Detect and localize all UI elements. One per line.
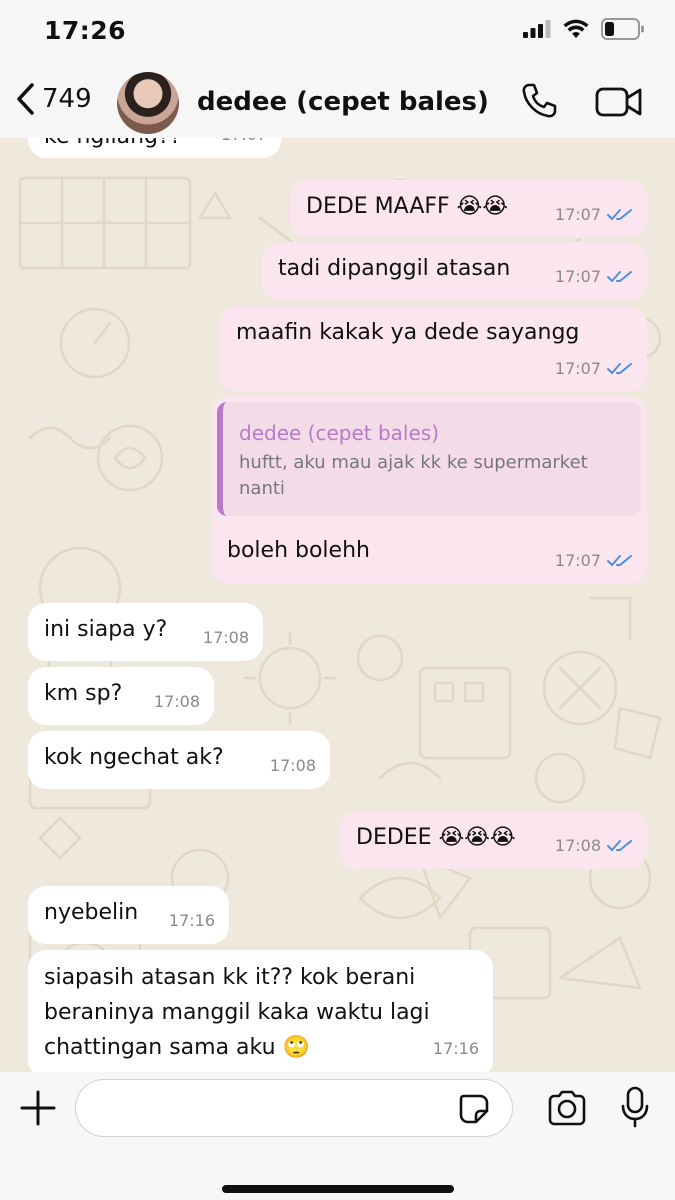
quoted-text: huftt, aku mau ajak kk ke supermarket na… [239, 452, 588, 499]
back-button[interactable]: 749 [14, 82, 92, 116]
home-indicator[interactable] [222, 1185, 454, 1193]
message-meta: 17:07 [221, 138, 267, 150]
battery-icon [601, 18, 644, 40]
phone-icon[interactable] [520, 82, 558, 120]
chevron-left-icon [17, 83, 34, 115]
double-check-icon [607, 363, 632, 374]
message-bubble-outgoing[interactable]: maafin kakak ya dede sayangg 17:07 [220, 306, 647, 392]
sticker-icon[interactable] [458, 1093, 490, 1125]
message-meta: 17:07 [555, 354, 633, 384]
message-meta: 17:08 [154, 687, 200, 717]
message-bubble-incoming[interactable]: ini siapa y? 17:08 [28, 603, 263, 661]
message-bubble-outgoing[interactable]: DEDE MAAFF 😭😭 17:07 [290, 180, 647, 238]
message-meta: 17:16 [433, 1034, 479, 1064]
message-text: ke ngilang?? [44, 138, 181, 152]
message-time: 17:07 [554, 205, 601, 224]
message-input[interactable] [75, 1079, 513, 1137]
message-bubble-incoming[interactable]: km sp? 17:08 [28, 667, 214, 725]
input-bar [0, 1072, 675, 1200]
chat-area[interactable]: ke ngilang?? 17:07 DEDE MAAFF 😭😭 17:07 t… [0, 138, 675, 1072]
wifi-icon [563, 19, 589, 38]
message-time: 17:08 [554, 836, 601, 855]
message-text: ini siapa y? [44, 617, 168, 642]
video-camera-icon[interactable] [595, 86, 643, 118]
message-bubble-outgoing-reply[interactable]: dedee (cepet bales) huftt, aku mau ajak … [211, 396, 647, 584]
message-text: DEDE MAAFF 😭😭 [306, 194, 509, 219]
double-check-icon [607, 271, 632, 282]
message-text: maafin kakak ya dede sayangg [236, 320, 580, 345]
message-time: 17:08 [269, 756, 316, 775]
message-time: 17:07 [221, 138, 267, 150]
message-meta: 17:08 [270, 751, 316, 781]
chat-header: 749 dedee (cepet bales) [0, 66, 675, 138]
message-bubble-incoming[interactable]: kok ngechat ak? 17:08 [28, 731, 330, 789]
status-icons [523, 18, 645, 40]
message-meta: 17:08 [555, 831, 633, 861]
status-time: 17:26 [44, 16, 127, 45]
message-bubble-outgoing[interactable]: tadi dipanggil atasan 17:07 [262, 242, 647, 300]
quoted-message[interactable]: dedee (cepet bales) huftt, aku mau ajak … [217, 402, 641, 516]
message-meta: 17:07 [555, 262, 633, 292]
message-meta: 17:07 [555, 546, 633, 576]
message-text: nyebelin [44, 900, 139, 925]
unread-count: 749 [42, 84, 92, 114]
double-check-icon [607, 840, 632, 851]
contact-name[interactable]: dedee (cepet bales) [197, 87, 489, 117]
double-check-icon [607, 555, 632, 566]
plus-icon[interactable] [20, 1090, 56, 1126]
message-time: 17:07 [554, 267, 601, 286]
message-time: 17:16 [432, 1039, 479, 1058]
message-time: 17:07 [554, 551, 601, 570]
message-time: 17:08 [153, 692, 200, 711]
status-bar: 17:26 [0, 0, 675, 66]
message-bubble-incoming[interactable]: ke ngilang?? 17:07 [28, 138, 281, 158]
avatar[interactable] [117, 72, 179, 134]
quoted-author: dedee (cepet bales) [239, 421, 439, 445]
double-check-icon [607, 209, 632, 220]
message-bubble-outgoing[interactable]: DEDEE 😭😭😭 17:08 [340, 811, 647, 869]
signal-icon [523, 20, 551, 38]
microphone-icon[interactable] [620, 1086, 650, 1128]
message-text: DEDEE 😭😭😭 [356, 825, 516, 850]
message-time: 17:07 [554, 359, 601, 378]
message-meta: 17:16 [169, 906, 215, 936]
message-text: kok ngechat ak? [44, 745, 224, 770]
message-text: tadi dipanggil atasan [278, 256, 511, 281]
camera-icon[interactable] [546, 1090, 588, 1126]
message-time: 17:08 [202, 628, 249, 647]
message-text: boleh bolehh [227, 538, 370, 563]
message-text: siapasih atasan kk it?? kok berani beran… [44, 965, 430, 1060]
message-bubble-incoming[interactable]: nyebelin 17:16 [28, 886, 229, 944]
message-text: km sp? [44, 681, 123, 706]
message-bubble-incoming[interactable]: siapasih atasan kk it?? kok berani beran… [28, 950, 493, 1072]
message-time: 17:16 [168, 911, 215, 930]
message-meta: 17:07 [555, 200, 633, 230]
message-meta: 17:08 [203, 623, 249, 653]
